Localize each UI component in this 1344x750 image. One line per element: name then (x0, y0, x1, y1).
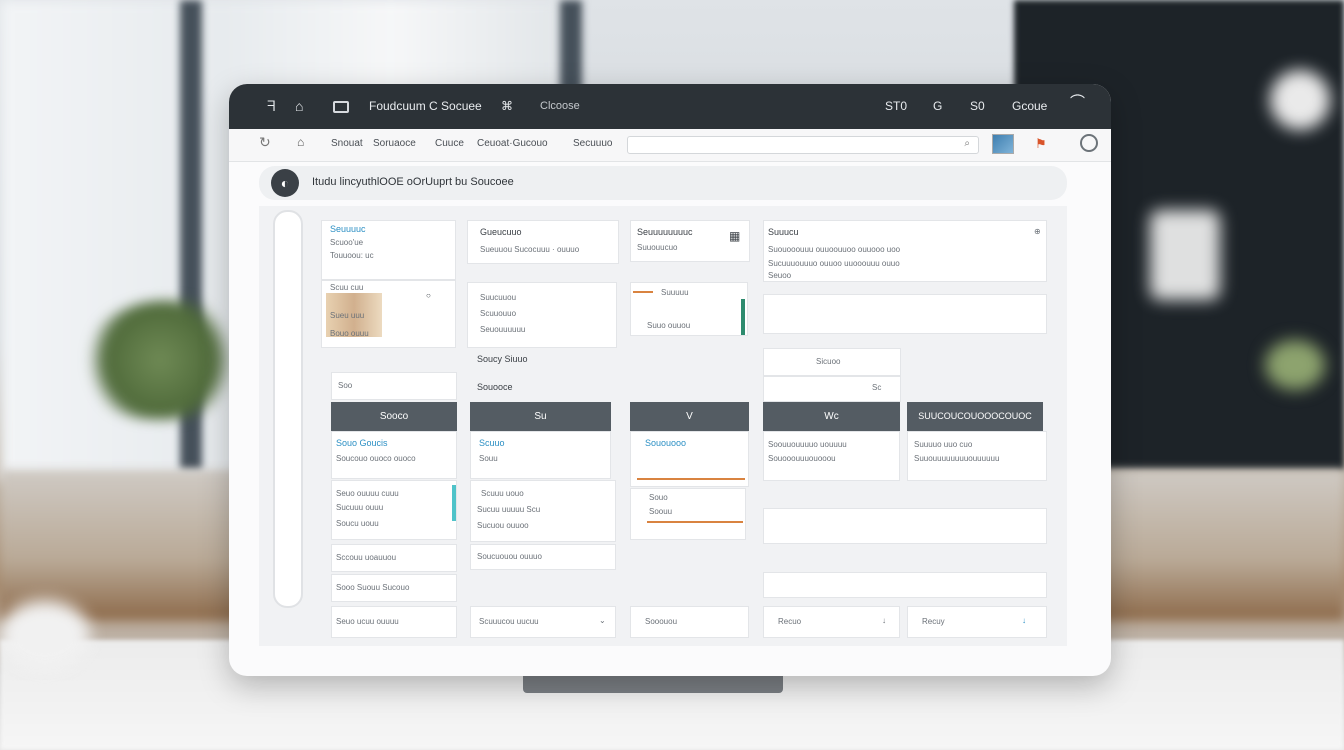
title-bar: ᖷ ⌂ Foudcuum C Socuee ⌘ Clcoose ST0 G S0… (229, 84, 1111, 129)
card-footer[interactable]: Scuuucou uucuu ⌄ (470, 606, 616, 638)
card-footer[interactable]: Recuo ↓ (763, 606, 900, 638)
card[interactable]: Seuuuuc Scuoo'ue Touuoou: uc (321, 220, 456, 280)
titlebar-item-1[interactable]: ST0 (885, 97, 907, 115)
column-subtitle: Souooce (477, 382, 513, 392)
progress-line (647, 521, 743, 523)
card[interactable]: Soo (331, 372, 457, 400)
breadcrumb: ◐ Itudu lincyuthlOOE oOrUuprt bu Soucoee (259, 166, 1067, 200)
column-header[interactable]: Sooco (331, 402, 457, 431)
toolbar-item-1[interactable]: Snouat (331, 138, 363, 149)
toolbar: ↻ ⌂ Snouat Soruaoce Cuuce Ceuoat·Gucouo … (229, 129, 1111, 162)
card[interactable]: Suuuuu Suuo ouuou (630, 282, 748, 336)
card[interactable]: Seuuuuuuuuc Suuouucuo ▦ (630, 220, 750, 262)
card[interactable]: Soouuouuuuo uouuuu Souooouuuouooou (763, 431, 900, 481)
card[interactable] (763, 508, 1047, 544)
card[interactable]: Souo Soouu (630, 488, 746, 540)
refresh-icon[interactable]: ↻ (259, 134, 271, 151)
card[interactable]: Sooo Suouu Sucouo (331, 574, 457, 602)
card[interactable]: Sicuoo (763, 348, 901, 376)
card[interactable]: Gueucuuo Sueuuou Sucocuuu · ouuuo (467, 220, 619, 264)
sort-icon[interactable]: ↓ (1022, 616, 1026, 625)
titlebar-item-3[interactable]: S0 (970, 97, 985, 115)
titlebar-item-2[interactable]: G (933, 97, 942, 115)
picture-button[interactable] (992, 134, 1014, 154)
card[interactable]: Suuucu Suouooouuu ouuoouuoo ouuooo uoo S… (763, 220, 1047, 282)
card[interactable]: Scuuu uouo Sucuu uuuuu Scu Sucuou ouuoo (470, 480, 616, 542)
home-icon[interactable]: ⌂ (295, 97, 303, 115)
status-icon: ○ (426, 291, 431, 300)
column-header[interactable]: V (630, 402, 749, 431)
card[interactable]: Sououooo (630, 431, 749, 487)
column-header[interactable]: SUUCOUCOUOOOCOUOC (907, 402, 1043, 431)
card[interactable]: Scuuo Souu (470, 431, 611, 479)
back-circle-icon[interactable]: ◐ (271, 169, 299, 197)
card[interactable]: Suucuuou Scuuouuo Seuouuuuuu (467, 282, 617, 348)
grid-icon[interactable]: ▦ (729, 229, 740, 243)
sort-icon[interactable]: ↓ (882, 616, 886, 625)
card-footer[interactable]: Sooouou (630, 606, 749, 638)
background-object (1270, 70, 1330, 130)
flag-icon[interactable]: ⚑ (1035, 136, 1047, 152)
chevron-icon[interactable]: ⌄ (599, 616, 606, 625)
background-plant (1265, 340, 1325, 390)
monitor-screen: ᖷ ⌂ Foudcuum C Socuee ⌘ Clcoose ST0 G S0… (229, 84, 1111, 676)
profile-icon[interactable]: ⌒ (1070, 94, 1085, 112)
card[interactable]: Sccouu uoauuou (331, 544, 457, 572)
toolbar-item-2[interactable]: Soruaoce (373, 138, 416, 149)
app-title: Foudcuum C Socuee (369, 99, 482, 113)
column-header[interactable]: Wc (763, 402, 900, 431)
search-icon[interactable]: ⌕ (964, 138, 970, 149)
card-footer[interactable]: Recuy ↓ (907, 606, 1047, 638)
card[interactable] (763, 572, 1047, 598)
back-icon[interactable]: ᖷ (267, 97, 275, 115)
info-icon[interactable] (1080, 134, 1098, 152)
titlebar-item-4[interactable]: Gcoue (1012, 97, 1047, 115)
background-cup (0, 600, 90, 670)
card[interactable] (763, 294, 1047, 334)
link-icon[interactable]: ⌘ (501, 97, 513, 115)
toolbar-item-3[interactable]: Cuuce (435, 138, 464, 149)
card[interactable]: Seuo ouuuu cuuu Sucuuu ouuu Soucu uouu (331, 480, 457, 540)
card-footer[interactable]: Seuo ucuu ouuuu (331, 606, 457, 638)
toolbar-item-5[interactable]: Secuuuo (573, 138, 612, 149)
card[interactable]: Soucuouou ouuuo (470, 544, 616, 570)
vertical-scrollbar[interactable] (273, 210, 303, 608)
accent-line (633, 291, 653, 293)
background-object (1150, 210, 1220, 300)
toolbar-item-4[interactable]: Ceuoat·Gucouo (477, 138, 548, 149)
home-toolbar-icon[interactable]: ⌂ (297, 135, 304, 149)
column-header[interactable]: Su (470, 402, 611, 431)
card[interactable]: Souo Goucis Soucouo ouoco ouoco (331, 431, 457, 479)
card[interactable]: Suuuuo uuo cuo Suuouuuuuuuuouuuuuu (907, 431, 1047, 481)
card[interactable]: Scuu cuu Sueu uuu Bouo ouuu ○ (321, 280, 456, 348)
monitor-stand (523, 676, 783, 693)
column-subtitle: Soucy Siuuo (477, 354, 528, 364)
breadcrumb-text: Itudu lincyuthlOOE oOrUuprt bu Soucoee (312, 176, 514, 188)
window-icon[interactable] (333, 100, 349, 118)
accent-bar (452, 485, 456, 521)
options-icon[interactable]: ⊕ (1034, 227, 1041, 236)
progress-line (637, 478, 745, 480)
search-input[interactable]: ⌕ (627, 136, 979, 154)
accent-bar (741, 299, 745, 335)
window-subtitle: Clcoose (540, 100, 580, 112)
card[interactable]: Sc (763, 376, 901, 402)
